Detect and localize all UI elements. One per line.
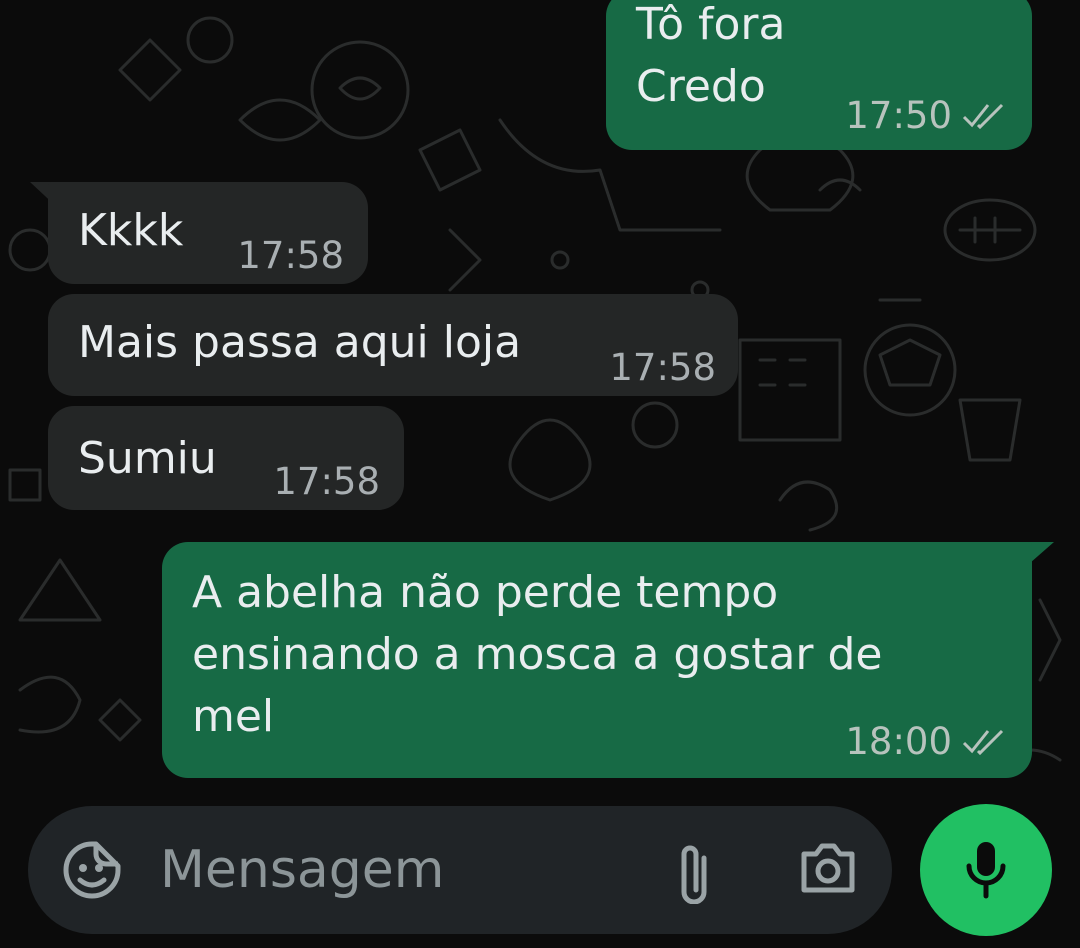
- message-text: Tô fora Credo: [636, 0, 786, 112]
- message-text: A abelha não perde tempo ensinando a mos…: [192, 567, 883, 742]
- double-check-icon: [962, 103, 1004, 129]
- sticker-icon[interactable]: [62, 840, 122, 900]
- message-bubble-outgoing[interactable]: Tô fora Credo 17:50: [606, 0, 1032, 150]
- message-meta: 18:00: [845, 722, 1006, 762]
- message-time: 17:58: [273, 460, 380, 503]
- message-meta: 17:58: [237, 236, 344, 276]
- message-meta: 17:58: [273, 462, 380, 502]
- camera-icon[interactable]: [798, 840, 858, 896]
- message-meta: 17:50: [845, 96, 1006, 136]
- message-bubble-incoming[interactable]: Kkkk 17:58: [48, 182, 368, 284]
- message-time: 17:58: [237, 234, 344, 277]
- message-time: 18:00: [845, 720, 952, 763]
- message-text: Mais passa aqui loja: [78, 317, 522, 368]
- paperclip-icon[interactable]: [672, 836, 712, 904]
- message-bubble-outgoing[interactable]: A abelha não perde tempo ensinando a mos…: [162, 542, 1032, 778]
- message-bubble-incoming[interactable]: Mais passa aqui loja 17:58: [48, 294, 738, 396]
- message-composer[interactable]: Mensagem: [28, 806, 892, 934]
- message-input[interactable]: Mensagem: [160, 838, 444, 902]
- double-check-icon: [962, 729, 1004, 755]
- message-time: 17:58: [609, 346, 716, 389]
- voice-record-button[interactable]: [920, 804, 1052, 936]
- message-text: Sumiu: [78, 433, 217, 484]
- message-text: Kkkk: [78, 205, 184, 256]
- microphone-icon: [966, 842, 1006, 899]
- message-bubble-incoming[interactable]: Sumiu 17:58: [48, 406, 404, 510]
- message-meta: 17:58: [609, 348, 716, 388]
- message-time: 17:50: [845, 94, 952, 137]
